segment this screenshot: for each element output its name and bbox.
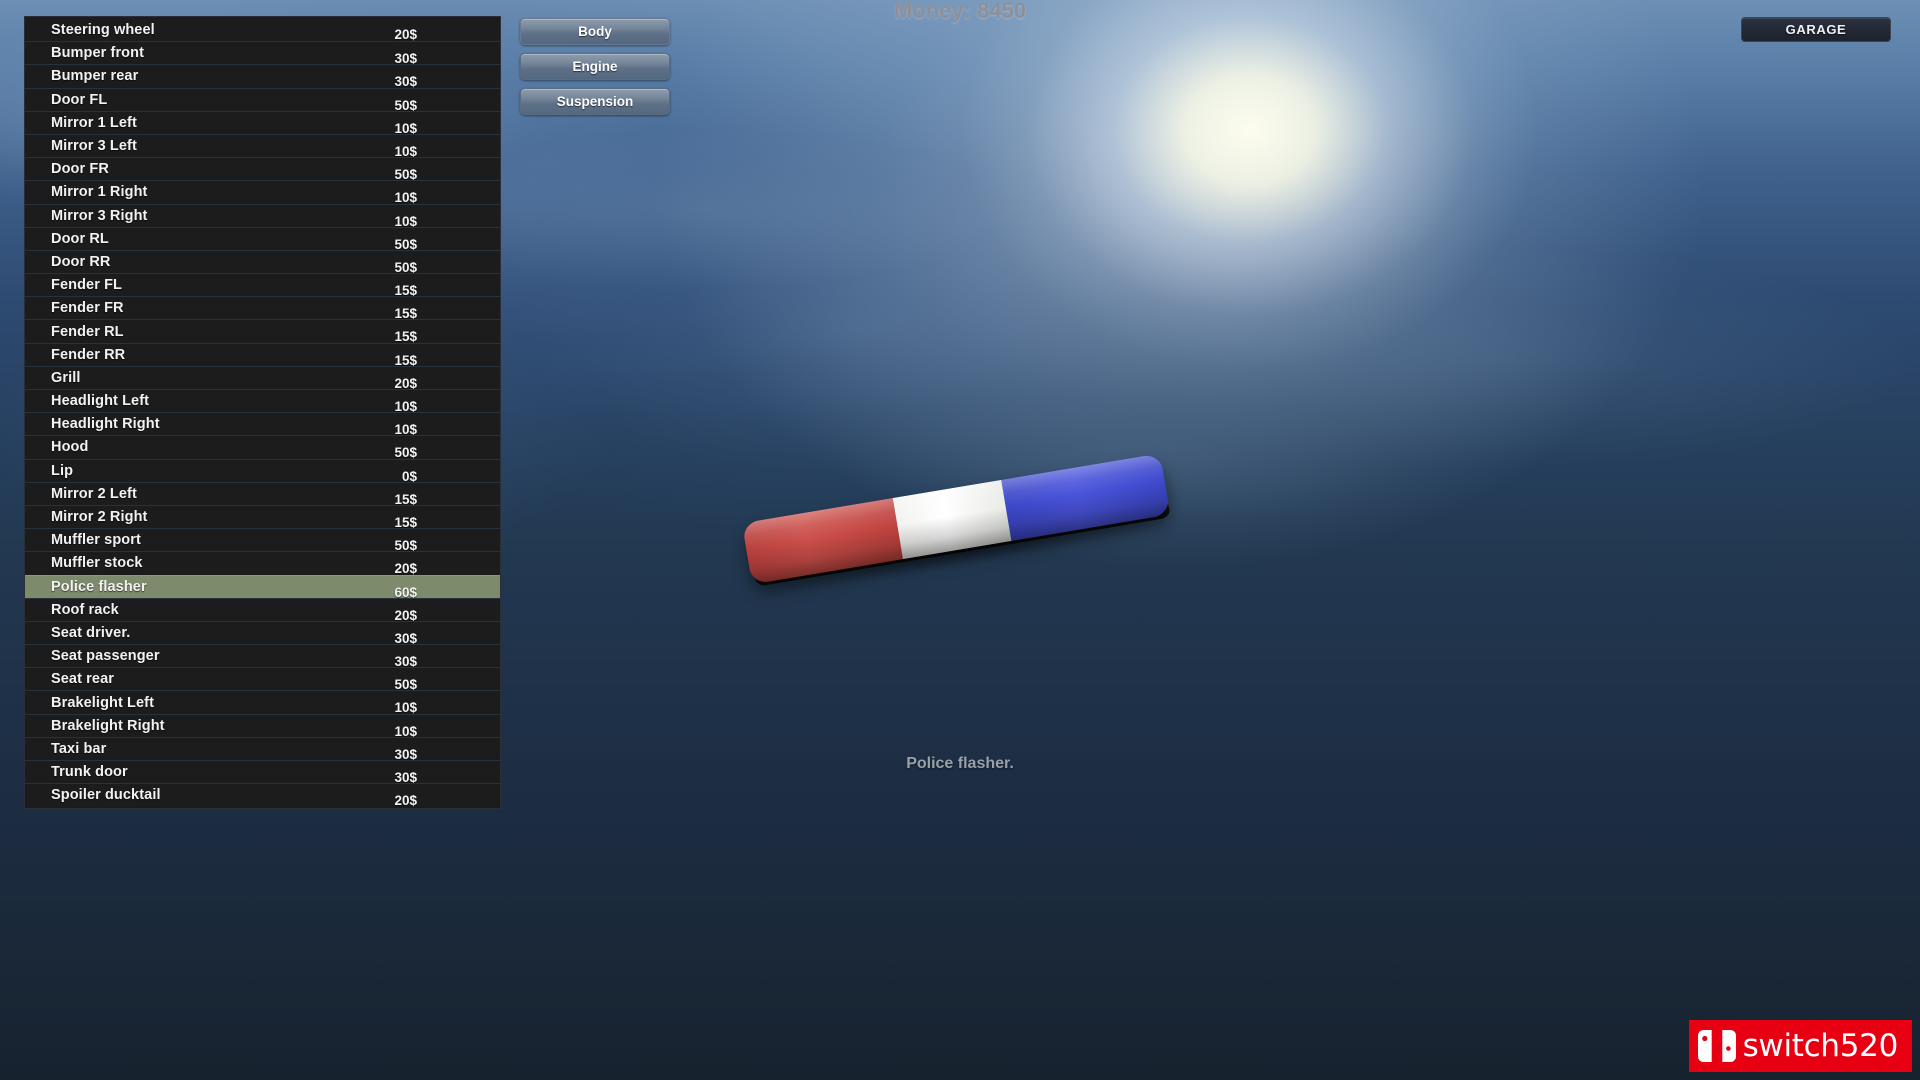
part-name: Mirror 1 Right: [51, 184, 148, 201]
part-name: Seat driver.: [51, 624, 131, 641]
part-row[interactable]: Door FR 50$: [25, 157, 500, 182]
part-row[interactable]: Seat passenger 30$: [25, 644, 500, 669]
part-row[interactable]: Lip 0$: [25, 458, 500, 484]
part-name: Headlight Right: [51, 416, 160, 433]
part-name: Muffler sport: [51, 532, 141, 549]
part-row[interactable]: Door FL 50$: [25, 87, 500, 113]
part-row[interactable]: Mirror 3 Right 10$: [25, 203, 500, 229]
part-name: Fender FR: [51, 300, 124, 317]
part-name: Mirror 2 Right: [51, 509, 148, 526]
money-label: Money: 8450: [893, 0, 1027, 23]
part-name: Muffler stock: [51, 555, 143, 572]
category-button-suspension[interactable]: Suspension: [520, 88, 670, 115]
part-row[interactable]: Muffler stock 20$: [25, 551, 500, 576]
part-row[interactable]: Mirror 2 Left 15$: [25, 481, 500, 507]
part-name: Headlight Left: [51, 393, 150, 410]
part-row[interactable]: Fender RL 15$: [25, 319, 500, 344]
part-name: Grill: [51, 369, 81, 386]
part-name: Police flasher: [51, 578, 147, 595]
part-name: Fender RL: [51, 323, 124, 340]
watermark-text: switch520: [1742, 1028, 1899, 1064]
part-row[interactable]: Seat driver. 30$: [25, 620, 500, 646]
part-name: Lip: [51, 462, 74, 479]
switch520-watermark: switch520: [1688, 1020, 1912, 1072]
part-row[interactable]: Hood 50$: [25, 435, 500, 460]
part-name: Mirror 3 Right: [51, 207, 148, 224]
part-name: Mirror 1 Left: [51, 114, 137, 131]
part-row[interactable]: Bumper rear 30$: [25, 64, 500, 89]
part-row[interactable]: Brakelight Right 10$: [25, 713, 500, 739]
part-row[interactable]: Police flasher 60$: [25, 574, 500, 600]
part-name: Mirror 2 Left: [51, 485, 137, 502]
part-name: Roof rack: [51, 601, 119, 618]
part-row[interactable]: Door RR 50$: [25, 249, 500, 275]
preview-caption: Police flasher.: [906, 755, 1014, 772]
part-row[interactable]: Door RL 50$: [25, 226, 500, 252]
part-name: Door RR: [51, 253, 111, 270]
part-row[interactable]: Headlight Left 10$: [25, 389, 500, 414]
part-row[interactable]: Spoiler ducktail 20$: [25, 783, 500, 809]
part-row[interactable]: Fender FL 15$: [25, 273, 500, 298]
part-row[interactable]: Mirror 2 Right 15$: [25, 504, 500, 530]
parts-list-panel[interactable]: Steering wheel 20$ Bumper front 30$ Bumper r…: [24, 16, 501, 810]
part-name: Brakelight Right: [51, 717, 165, 734]
part-row[interactable]: Mirror 3 Left 10$: [25, 133, 500, 159]
part-row[interactable]: Fender FR 15$: [25, 296, 500, 321]
part-row[interactable]: Headlight Right 10$: [25, 412, 500, 437]
part-row[interactable]: Bumper front 30$: [25, 41, 500, 66]
part-name: Brakelight Left: [51, 694, 155, 711]
category-button-engine[interactable]: Engine: [520, 53, 670, 80]
part-name: Door FL: [51, 91, 108, 108]
part-row[interactable]: Mirror 1 Right 10$: [25, 180, 500, 205]
part-name: Fender RR: [51, 346, 126, 363]
part-name: Bumper front: [51, 45, 145, 62]
garage-button[interactable]: GARAGE: [1741, 17, 1891, 42]
part-name: Seat rear: [51, 671, 114, 688]
part-price: 20$: [394, 793, 417, 809]
part-name: Door FR: [51, 161, 109, 178]
part-name: Mirror 3 Left: [51, 138, 137, 155]
part-name: Spoiler ducktail: [51, 787, 161, 804]
part-name: Door RL: [51, 230, 109, 247]
part-name: Bumper rear: [51, 68, 139, 85]
part-row[interactable]: Muffler sport 50$: [25, 528, 500, 553]
part-row[interactable]: Brakelight Left 10$: [25, 690, 500, 715]
category-button-group: Body Engine Suspension: [520, 18, 670, 123]
part-row[interactable]: Mirror 1 Left 10$: [25, 110, 500, 136]
part-row[interactable]: Fender RR 15$: [25, 342, 500, 368]
part-row[interactable]: Seat rear 50$: [25, 667, 500, 692]
part-row[interactable]: Roof rack 20$: [25, 597, 500, 623]
part-name: Fender FL: [51, 277, 122, 294]
nintendo-switch-icon: [1697, 1030, 1736, 1062]
part-name: Hood: [51, 439, 89, 456]
part-name: Seat passenger: [51, 648, 160, 665]
part-row[interactable]: Grill 20$: [25, 365, 500, 391]
part-price: 20$: [394, 27, 417, 42]
